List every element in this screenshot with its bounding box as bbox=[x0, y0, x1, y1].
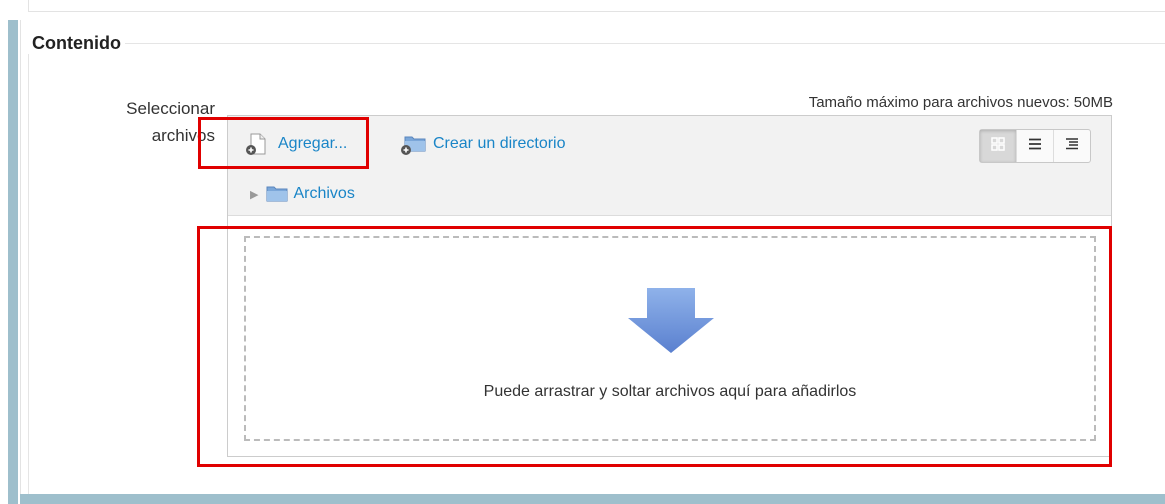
fieldset-border-top bbox=[28, 43, 1165, 44]
list-view-button[interactable] bbox=[1017, 130, 1054, 162]
drop-zone-message: Puede arrastrar y soltar archivos aquí p… bbox=[483, 383, 857, 400]
select-files-label: Seleccionar archivos bbox=[126, 99, 215, 145]
view-switcher bbox=[979, 129, 1091, 163]
create-folder-button[interactable]: Crear un directorio bbox=[401, 133, 566, 155]
add-file-icon bbox=[246, 133, 268, 155]
top-divider bbox=[28, 11, 1165, 12]
bottom-accent-bar bbox=[20, 494, 1165, 504]
grid-view-button[interactable] bbox=[980, 130, 1017, 162]
breadcrumb-folder-link[interactable]: Archivos bbox=[293, 185, 354, 203]
file-picker-toolbar: Agregar... Crear un directorio bbox=[228, 116, 1111, 174]
fieldset-legend[interactable]: Contenido bbox=[28, 33, 125, 54]
breadcrumb: ▶ Archivos bbox=[228, 173, 1111, 216]
list-view-icon bbox=[1028, 137, 1042, 156]
tree-view-icon bbox=[1065, 137, 1079, 156]
create-folder-label: Crear un directorio bbox=[433, 135, 566, 152]
create-folder-icon bbox=[401, 133, 426, 155]
expand-triangle-icon[interactable]: ▶ bbox=[250, 188, 258, 201]
fieldset-border-left bbox=[28, 43, 29, 494]
left-accent-bar bbox=[0, 0, 20, 504]
max-file-size-text: Tamaño máximo para archivos nuevos: 50MB bbox=[808, 94, 1113, 111]
drop-zone[interactable]: Puede arrastrar y soltar archivos aquí p… bbox=[244, 236, 1096, 441]
file-picker: Agregar... Crear un directorio ▶ Archivo… bbox=[227, 115, 1112, 457]
folder-icon bbox=[266, 186, 288, 202]
add-file-label: Agregar... bbox=[278, 135, 348, 152]
add-file-button[interactable]: Agregar... bbox=[246, 133, 347, 155]
tree-view-button[interactable] bbox=[1054, 130, 1090, 162]
grid-view-icon bbox=[991, 136, 1005, 156]
drop-arrow-icon bbox=[628, 288, 714, 353]
